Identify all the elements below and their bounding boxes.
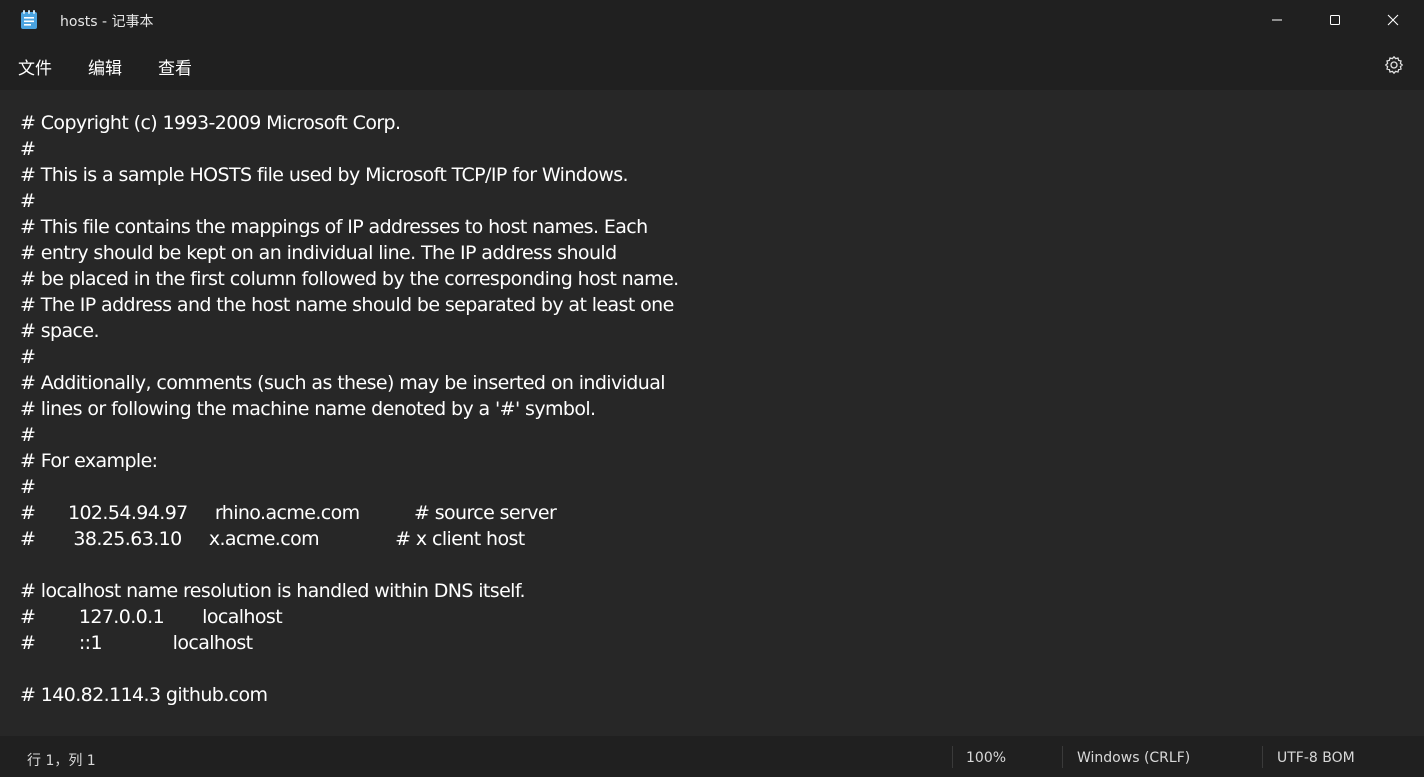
maximize-button[interactable] (1306, 0, 1364, 40)
cursor-position: 行 1，列 1 (27, 753, 96, 769)
editor-area[interactable]: # Copyright (c) 1993-2009 Microsoft Corp… (0, 90, 1424, 736)
text-line[interactable]: # lines or following the machine name de… (20, 396, 1410, 422)
minimize-button[interactable] (1248, 0, 1306, 40)
maximize-icon (1330, 15, 1340, 25)
text-line[interactable]: # This is a sample HOSTS file used by Mi… (20, 162, 1410, 188)
encoding[interactable]: UTF-8 BOM (1277, 750, 1355, 766)
gear-icon[interactable] (1384, 55, 1404, 75)
text-line[interactable]: # space. (20, 318, 1410, 344)
text-line[interactable] (20, 552, 1410, 578)
zoom-level[interactable]: 100% (966, 750, 1006, 766)
text-content[interactable]: # Copyright (c) 1993-2009 Microsoft Corp… (20, 110, 1410, 730)
text-line[interactable]: # 127.0.0.1 localhost (20, 604, 1410, 630)
text-line[interactable]: # (20, 188, 1410, 214)
status-divider (1262, 746, 1263, 768)
text-line[interactable]: # (20, 344, 1410, 370)
text-line[interactable]: # be placed in the first column followed… (20, 266, 1410, 292)
close-icon (1387, 14, 1399, 26)
notepad-icon (21, 10, 37, 29)
text-line[interactable]: # ::1 localhost (20, 630, 1410, 656)
text-line[interactable]: # For example: (20, 448, 1410, 474)
text-line[interactable]: # Copyright (c) 1993-2009 Microsoft Corp… (20, 110, 1410, 136)
text-line[interactable]: # 102.54.94.97 rhino.acme.com # source s… (20, 500, 1410, 526)
text-line[interactable]: # This file contains the mappings of IP … (20, 214, 1410, 240)
status-divider (1062, 746, 1063, 768)
menu-view[interactable]: 查看 (158, 54, 192, 79)
close-button[interactable] (1364, 0, 1422, 40)
text-line[interactable]: # (20, 422, 1410, 448)
text-line[interactable]: # localhost name resolution is handled w… (20, 578, 1410, 604)
status-divider (952, 746, 953, 768)
title-bar: hosts - 记事本 (0, 0, 1424, 40)
text-line[interactable]: # 140.82.114.3 github.com (20, 682, 1410, 708)
text-line[interactable]: # 38.25.63.10 x.acme.com # x client host (20, 526, 1410, 552)
text-line[interactable]: # entry should be kept on an individual … (20, 240, 1410, 266)
window-title: hosts - 记事本 (60, 14, 154, 30)
text-line[interactable]: # Additionally, comments (such as these)… (20, 370, 1410, 396)
menu-bar: 文件 编辑 查看 (0, 40, 1424, 90)
text-line[interactable]: # The IP address and the host name shoul… (20, 292, 1410, 318)
text-line[interactable]: # (20, 136, 1410, 162)
menu-edit[interactable]: 编辑 (88, 54, 122, 79)
text-line[interactable]: # (20, 474, 1410, 500)
line-ending[interactable]: Windows (CRLF) (1077, 750, 1190, 766)
menu-file[interactable]: 文件 (18, 54, 52, 79)
text-line[interactable] (20, 656, 1410, 682)
status-bar: 行 1，列 1 100% Windows (CRLF) UTF-8 BOM (0, 736, 1424, 777)
minimize-icon (1272, 19, 1282, 21)
